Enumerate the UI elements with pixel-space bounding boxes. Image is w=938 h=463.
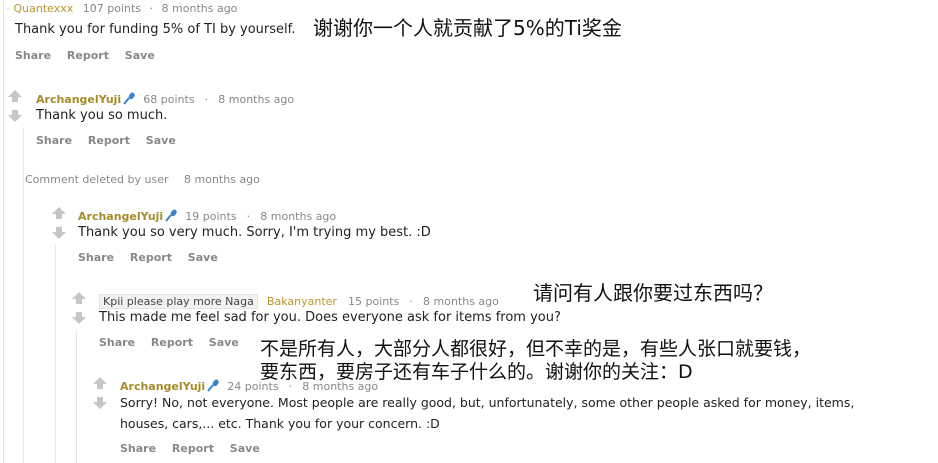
author-link[interactable]: ArchangelYuji: [120, 380, 205, 393]
author-link[interactable]: Quantexxx: [13, 2, 73, 15]
separator: ·: [246, 210, 251, 223]
downvote-arrow-icon[interactable]: [52, 227, 66, 239]
comment-body: Thank you so very much. Sorry, I'm tryin…: [78, 225, 431, 240]
upvote-arrow-icon[interactable]: [8, 90, 22, 102]
comment-header: Kpii please play more Naga Bakanyanter 1…: [99, 290, 499, 309]
save-button[interactable]: Save: [209, 336, 239, 349]
comment-body-line: houses, cars,... etc. Thank you for your…: [120, 416, 440, 431]
share-button[interactable]: Share: [120, 442, 156, 455]
microphone-icon: [123, 92, 135, 105]
comment-body-line: Sorry! No, not everyone. Most people are…: [120, 395, 855, 410]
comment-actions: Share Report Save: [15, 49, 167, 62]
comment-actions: Share Report Save: [78, 251, 230, 264]
timestamp[interactable]: 8 months ago: [162, 2, 238, 15]
translation-text: 要东西，要房子还有车子什么的。谢谢你的关注：D: [260, 361, 693, 383]
report-button[interactable]: Report: [67, 49, 109, 62]
thread-line: [23, 128, 24, 463]
deleted-label: Comment deleted by user: [25, 173, 169, 186]
report-button[interactable]: Report: [88, 134, 130, 147]
downvote-arrow-icon[interactable]: [93, 397, 107, 409]
separator: ·: [204, 93, 209, 106]
author-link[interactable]: Bakanyanter: [267, 295, 337, 308]
report-button[interactable]: Report: [130, 251, 172, 264]
points: 68 points: [143, 93, 195, 106]
downvote-arrow-icon[interactable]: [72, 312, 86, 324]
timestamp: 8 months ago: [184, 173, 260, 186]
share-button[interactable]: Share: [99, 336, 135, 349]
microphone-icon: [207, 379, 219, 392]
comment-header: ArchangelYuji 19 points · 8 months ago: [78, 205, 336, 224]
comment-header: - Quantexxx 107 points · 8 months ago: [6, 2, 237, 15]
comment-actions: Share Report Save: [120, 442, 272, 455]
report-button[interactable]: Report: [172, 442, 214, 455]
user-flair: Kpii please play more Naga: [99, 294, 258, 309]
report-button[interactable]: Report: [151, 336, 193, 349]
translation-text: 谢谢你一个人就贡献了5%的Ti奖金: [313, 16, 622, 40]
separator: ·: [409, 295, 413, 308]
author-link[interactable]: ArchangelYuji: [78, 210, 163, 223]
microphone-icon: [165, 209, 177, 222]
timestamp[interactable]: 8 months ago: [218, 93, 294, 106]
translation-text: 不是所有人，大部分人都很好，但不幸的是，有些人张口就要钱，: [260, 338, 812, 360]
points: 19 points: [185, 210, 237, 223]
comment-body: Thank you for funding 5% of TI by yourse…: [15, 22, 296, 37]
upvote-arrow-icon[interactable]: [72, 292, 86, 304]
upvote-arrow-icon[interactable]: [93, 377, 107, 389]
thread-line: [3, 0, 4, 463]
upvote-arrow-icon[interactable]: [52, 207, 66, 219]
share-button[interactable]: Share: [15, 49, 51, 62]
share-button[interactable]: Share: [78, 251, 114, 264]
save-button[interactable]: Save: [146, 134, 176, 147]
thread-line: [76, 330, 77, 463]
timestamp[interactable]: 8 months ago: [423, 295, 499, 308]
save-button[interactable]: Save: [230, 442, 260, 455]
collapse-dash[interactable]: -: [6, 2, 10, 15]
points: 15 points: [348, 295, 400, 308]
comment-body: Thank you so much.: [36, 108, 168, 123]
points: 107 points: [82, 2, 142, 15]
comment-actions: Share Report Save: [36, 134, 188, 147]
deleted-comment: Comment deleted by user 8 months ago: [25, 173, 260, 186]
comment-body: This made me feel sad for you. Does ever…: [99, 310, 561, 325]
timestamp[interactable]: 8 months ago: [260, 210, 336, 223]
save-button[interactable]: Save: [125, 49, 155, 62]
author-link[interactable]: ArchangelYuji: [36, 93, 121, 106]
comment-header: ArchangelYuji 68 points · 8 months ago: [36, 88, 294, 107]
separator: ·: [149, 2, 154, 15]
thread-line: [55, 245, 56, 463]
comment-actions: Share Report Save: [99, 336, 251, 349]
downvote-arrow-icon[interactable]: [8, 110, 22, 122]
share-button[interactable]: Share: [36, 134, 72, 147]
save-button[interactable]: Save: [188, 251, 218, 264]
translation-text: 请问有人跟你要过东西吗？: [533, 281, 773, 305]
